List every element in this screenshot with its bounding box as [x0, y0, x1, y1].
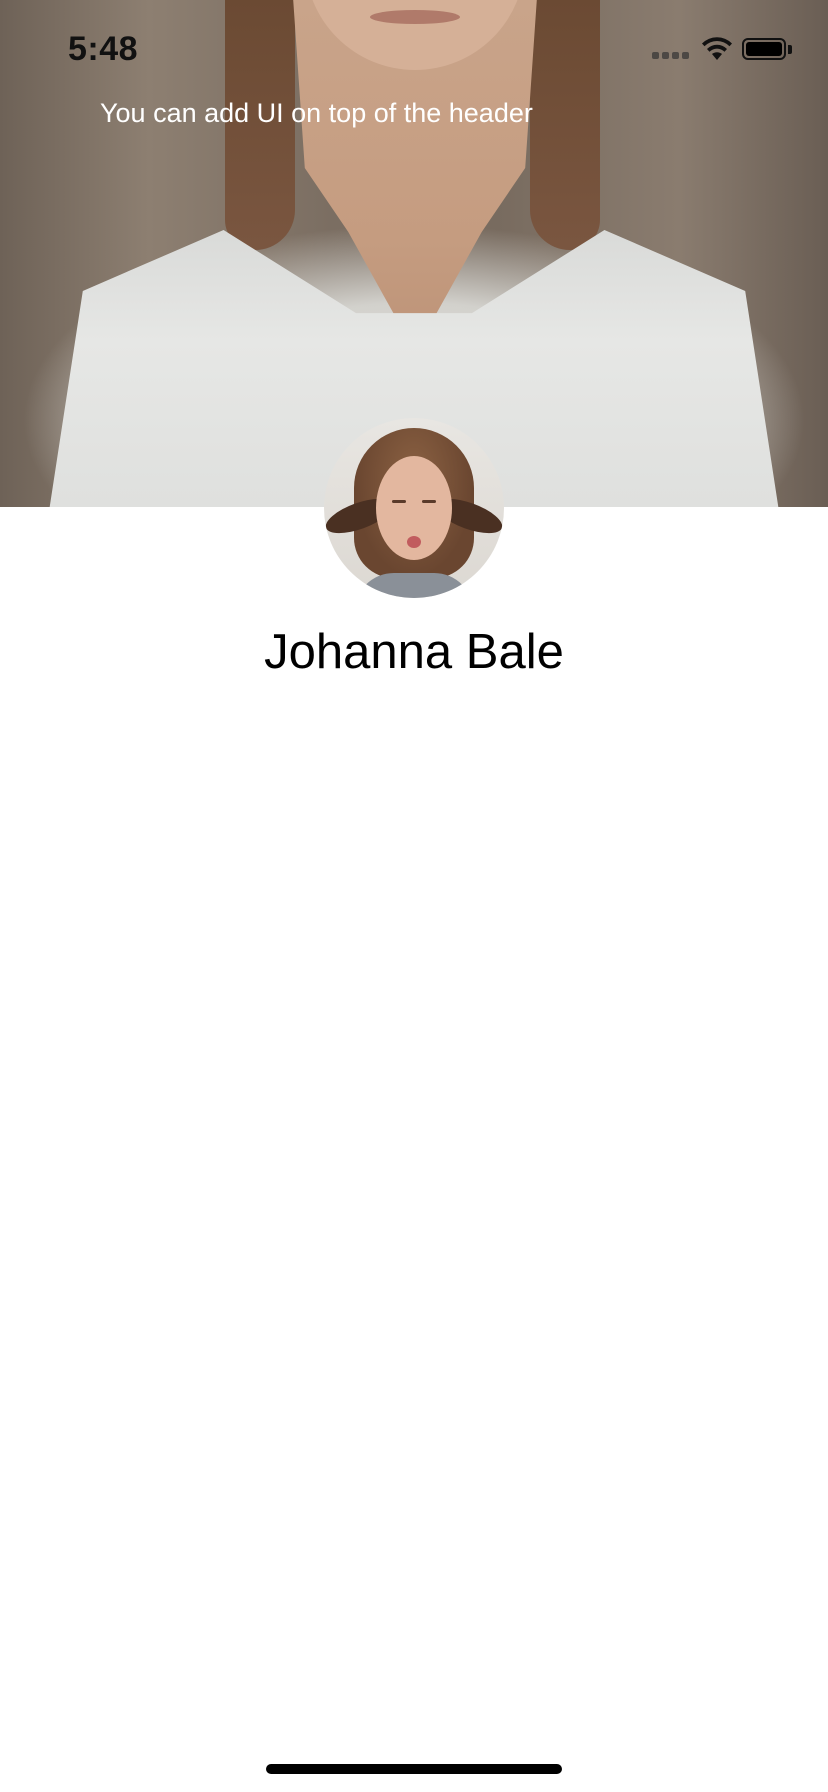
avatar-shirt	[354, 573, 474, 598]
battery-icon	[742, 38, 792, 62]
avatar	[324, 418, 504, 598]
avatar-eye-left	[392, 500, 406, 503]
avatar-mouth	[407, 536, 421, 548]
status-time: 5:48	[68, 30, 139, 68]
header-overlay-text: You can add UI on top of the header	[100, 98, 533, 128]
profile-name: Johanna Bale	[264, 625, 564, 679]
wifi-icon	[702, 37, 732, 60]
avatar-eye-right	[422, 500, 436, 503]
battery-fill	[746, 42, 782, 56]
cellular-signal-icon	[652, 51, 690, 59]
home-indicator[interactable]	[266, 1764, 562, 1774]
status-bar: 5:48	[0, 0, 828, 100]
